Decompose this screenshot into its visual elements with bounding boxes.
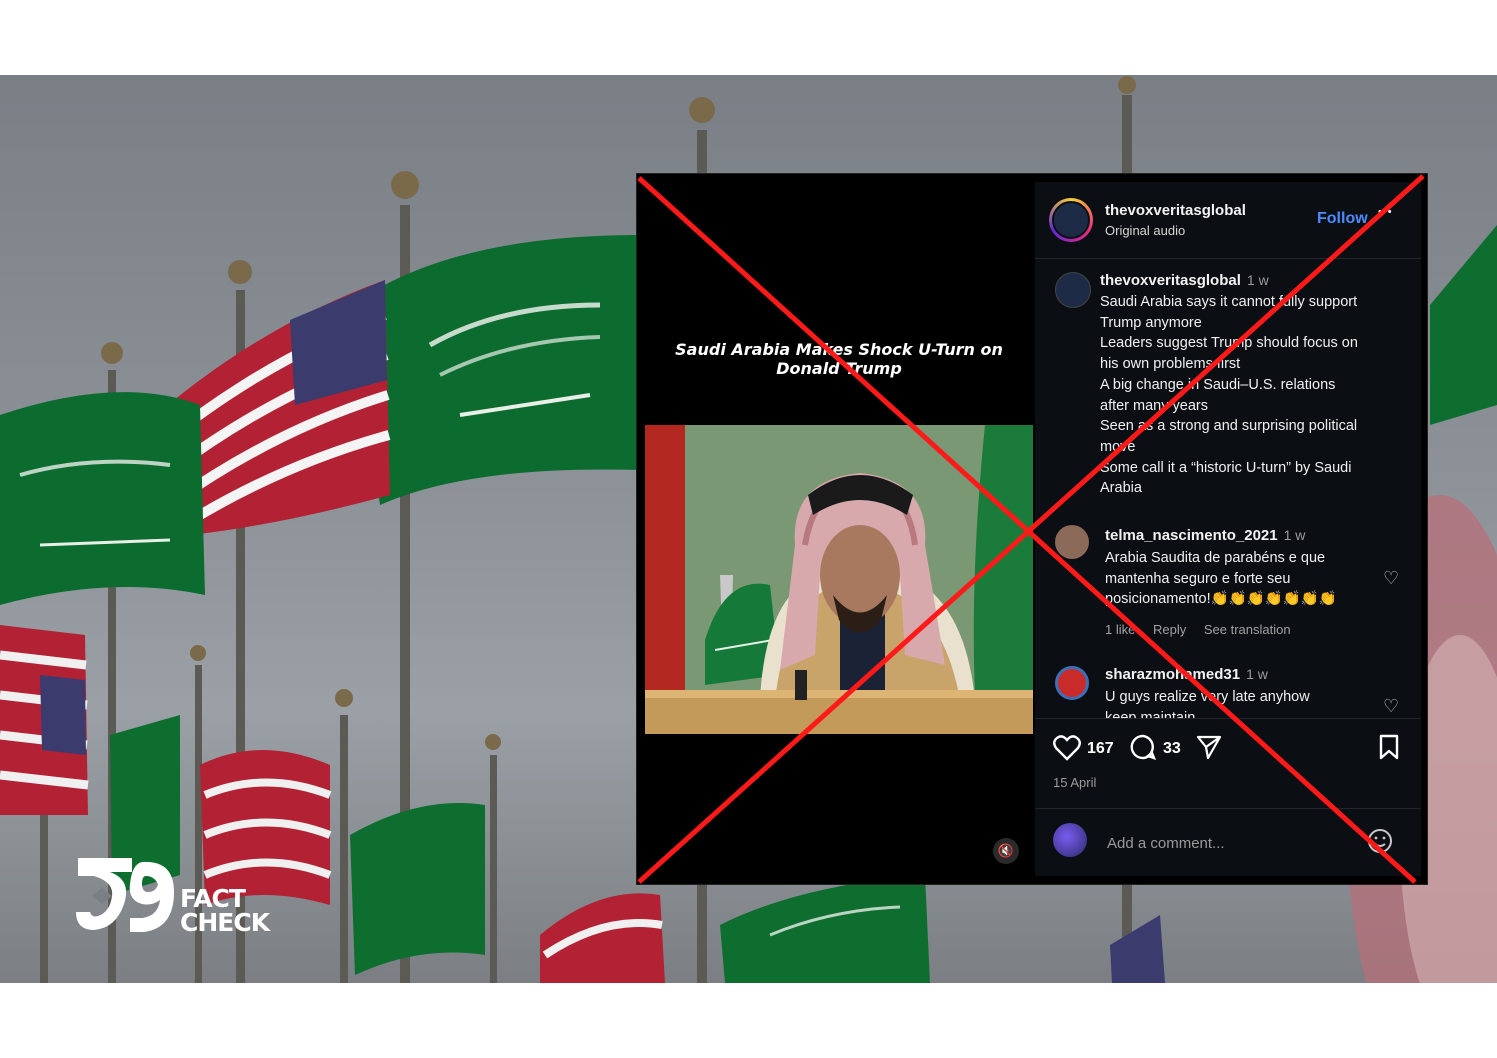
comment-avatar[interactable]: [1055, 525, 1089, 559]
comment-username[interactable]: sharazmohamed31 1 w: [1105, 666, 1268, 683]
fact-check-logo: FACT CHECK: [72, 852, 282, 938]
caption-username[interactable]: thevoxveritasglobal 1 w: [1100, 272, 1269, 289]
share-icon[interactable]: [1195, 734, 1223, 760]
comment-input[interactable]: [1105, 834, 1369, 853]
reel-video[interactable]: Saudi Arabia Makes Shock U-Turn on Donal…: [645, 182, 1033, 876]
author-username[interactable]: thevoxveritasglobal: [1105, 202, 1246, 219]
comment-text: U guys realize very late anyhow keep mai…: [1105, 689, 1310, 719]
emoji-icon[interactable]: [1367, 828, 1393, 854]
mute-icon[interactable]: 🔇: [993, 838, 1019, 864]
author-avatar[interactable]: [1049, 198, 1093, 242]
caption-time: 1 w: [1246, 272, 1269, 288]
comment-text: Arabia Saudita de parabéns e que mantenh…: [1105, 550, 1337, 608]
like-count: 167: [1087, 740, 1114, 757]
video-frame: [645, 425, 1033, 734]
comment-like-icon[interactable]: ♡: [1383, 568, 1399, 589]
comment-likes[interactable]: 1 like: [1105, 622, 1135, 637]
viewer-avatar: [1053, 823, 1087, 857]
comment-like-icon[interactable]: ♡: [1383, 696, 1399, 717]
bookmark-icon[interactable]: [1378, 733, 1400, 761]
caption-avatar[interactable]: [1055, 272, 1091, 308]
see-translation-link[interactable]: See translation: [1204, 622, 1291, 637]
comment-meta: 1 like Reply See translation: [1105, 622, 1305, 637]
comment-avatar[interactable]: [1055, 666, 1089, 700]
video-caption: Saudi Arabia Makes Shock U-Turn on Donal…: [675, 340, 1003, 378]
post-actions: 167 33 15 April: [1035, 718, 1421, 809]
comment-count: 33: [1163, 740, 1181, 757]
post-date: 15 April: [1053, 775, 1097, 790]
follow-button[interactable]: Follow: [1317, 210, 1368, 228]
post-sidebar: thevoxveritasglobal Original audio Follo…: [1035, 182, 1421, 876]
more-icon[interactable]: •••: [1378, 206, 1393, 218]
heart-icon[interactable]: [1053, 735, 1081, 761]
caption-text: Saudi Arabia says it cannot fully suppor…: [1100, 294, 1358, 497]
original-audio-link[interactable]: Original audio: [1105, 223, 1185, 238]
instagram-post-card: Saudi Arabia Makes Shock U-Turn on Donal…: [637, 174, 1427, 884]
comment-icon[interactable]: [1129, 733, 1157, 761]
comment-username[interactable]: telma_nascimento_2021 1 w: [1105, 527, 1305, 544]
reply-link[interactable]: Reply: [1153, 622, 1186, 637]
logo-check-text: CHECK: [180, 908, 270, 937]
comment-bar: [1035, 808, 1421, 877]
post-header: thevoxveritasglobal Original audio Follo…: [1035, 182, 1421, 259]
